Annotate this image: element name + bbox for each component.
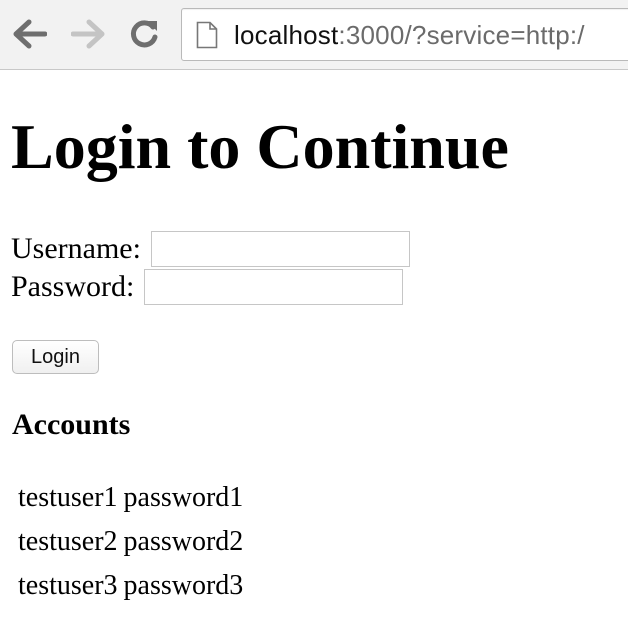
- account-password: password3: [123, 570, 244, 601]
- account-password: password1: [123, 482, 244, 513]
- page-title: Login to Continue: [11, 111, 509, 182]
- account-username: testuser2: [18, 526, 118, 557]
- password-label: Password:: [11, 270, 135, 303]
- username-row: Username:: [11, 230, 410, 268]
- back-button[interactable]: [10, 14, 50, 54]
- address-url[interactable]: localhost:3000/?service=http:/: [234, 19, 585, 51]
- table-row: testuser2 password2: [16, 521, 245, 563]
- arrow-left-icon: [13, 19, 47, 49]
- page-content: Login to Continue Username: Password: Lo…: [0, 70, 628, 620]
- accounts-heading: Accounts: [12, 408, 131, 441]
- account-username: testuser1: [18, 482, 118, 513]
- arrow-right-icon: [71, 19, 105, 49]
- reload-icon: [130, 20, 158, 48]
- table-row: testuser1 password1: [16, 477, 245, 519]
- browser-toolbar: localhost:3000/?service=http:/: [0, 0, 628, 70]
- login-button[interactable]: Login: [12, 340, 99, 374]
- account-password: password2: [123, 526, 244, 557]
- reload-button[interactable]: [124, 14, 164, 54]
- username-input[interactable]: [150, 231, 410, 267]
- address-bar[interactable]: localhost:3000/?service=http:/: [181, 8, 628, 61]
- forward-button[interactable]: [68, 14, 108, 54]
- account-username: testuser3: [18, 570, 118, 601]
- password-row: Password:: [11, 268, 404, 306]
- table-row: testuser3 password3: [16, 565, 245, 607]
- url-host: localhost: [234, 20, 339, 50]
- password-input[interactable]: [144, 269, 404, 305]
- url-path: :3000/?service=http:/: [338, 20, 585, 50]
- page-icon: [196, 21, 218, 49]
- accounts-table: testuser1 password1 testuser2 password2 …: [14, 475, 247, 609]
- username-label: Username:: [11, 232, 141, 265]
